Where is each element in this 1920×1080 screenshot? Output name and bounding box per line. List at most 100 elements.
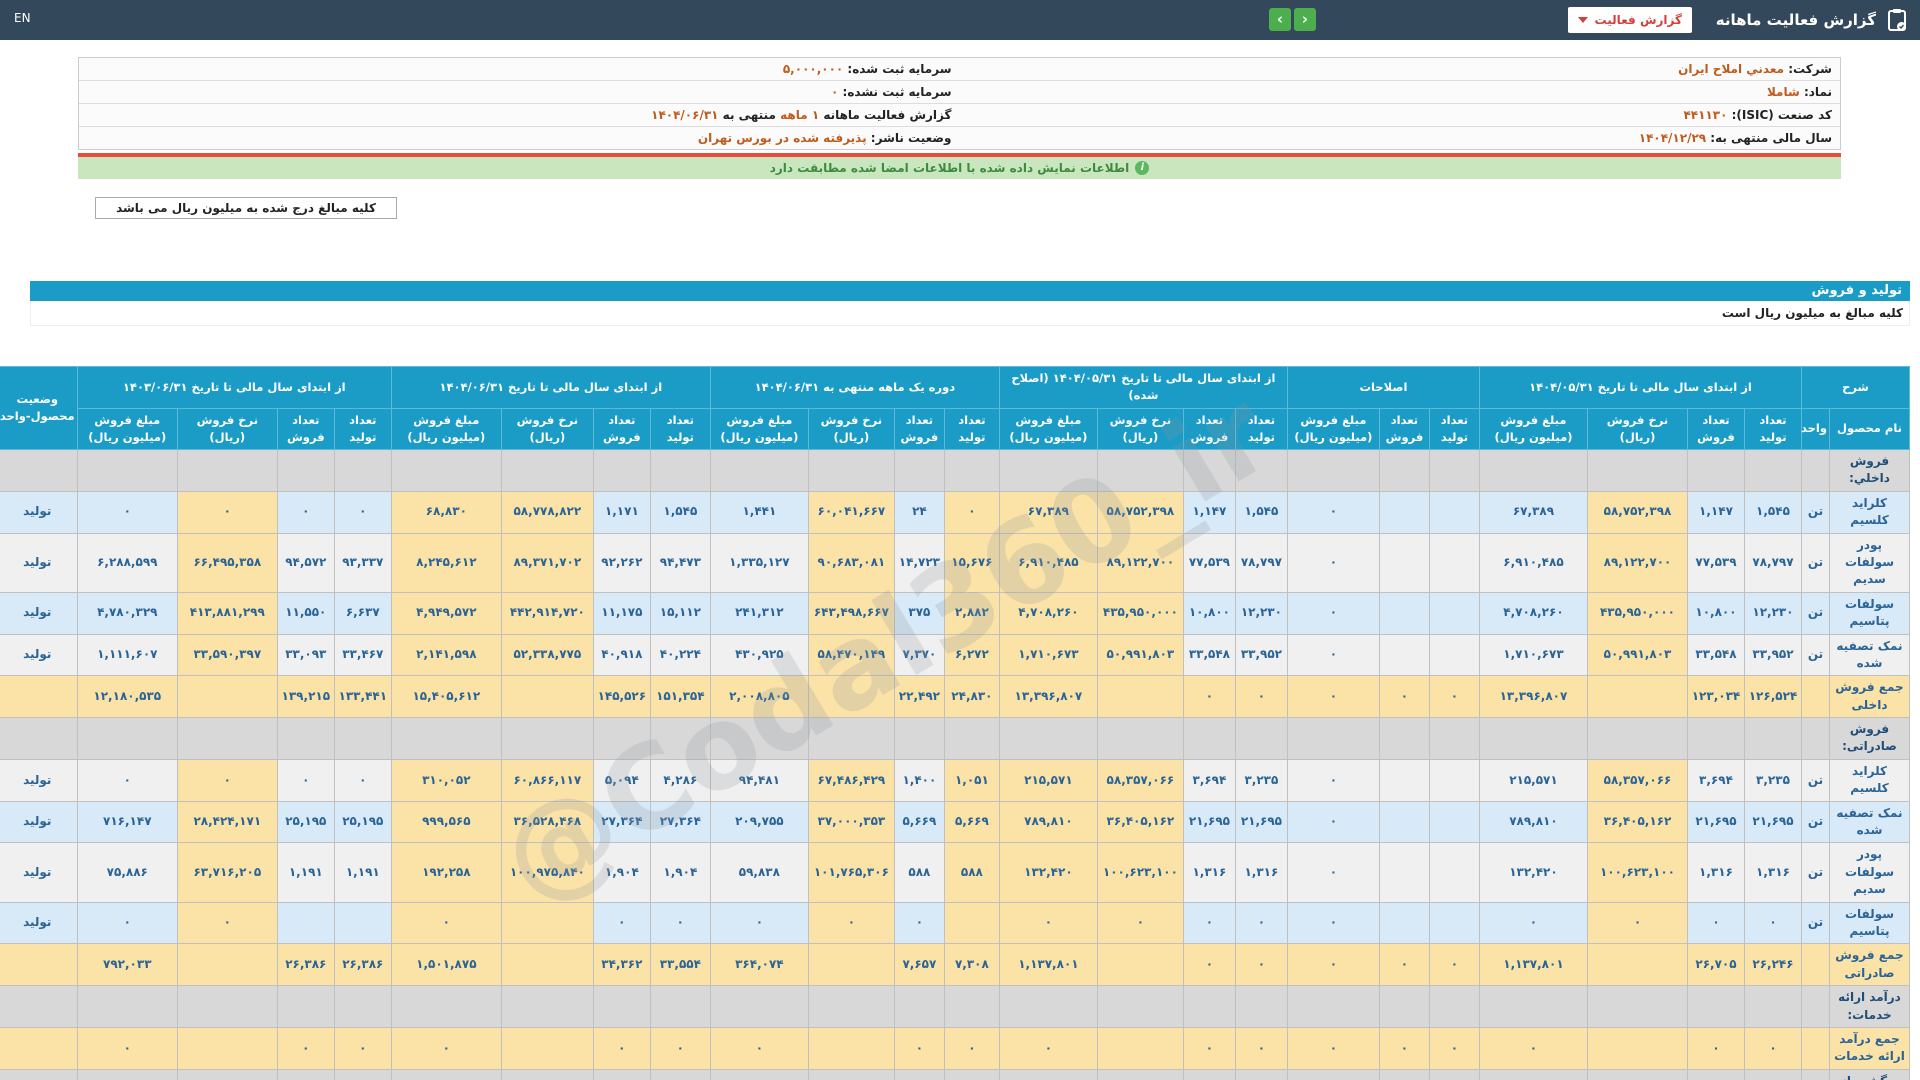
value-cell: ۱۱,۱۷۵ xyxy=(592,591,651,635)
value-cell xyxy=(592,1068,651,1080)
amounts-unit-note: کلیه مبالغ به میلیون ریال است xyxy=(30,301,1910,326)
language-toggle[interactable]: EN xyxy=(14,11,31,25)
value-cell: ۲,۱۴۱,۵۹۸ xyxy=(390,633,502,677)
value-cell xyxy=(1586,717,1688,760)
value-cell xyxy=(1096,675,1184,719)
value-cell: ۰ xyxy=(592,901,651,945)
value-cell: ۱,۱۳۷,۸۰۱ xyxy=(998,943,1098,987)
unit-cell: تن xyxy=(1800,591,1831,635)
value-cell xyxy=(649,985,711,1028)
value-cell: ۰ xyxy=(1743,1026,1802,1070)
value-cell: ۳۷۵ xyxy=(893,591,945,635)
value-cell: ۰ xyxy=(76,1026,178,1070)
value-cell xyxy=(176,943,278,987)
value-cell xyxy=(807,985,895,1028)
section-row: فروش صادراتی: xyxy=(0,717,1910,760)
product-name-cell: کلراید کلسیم xyxy=(1829,490,1910,534)
value-cell: ۷,۶۵۷ xyxy=(893,943,945,987)
value-cell xyxy=(807,717,895,760)
value-cell: ۷۷,۵۳۹ xyxy=(1182,532,1236,593)
section-row: برگشت از فروش: xyxy=(0,1068,1910,1080)
value-cell xyxy=(1378,717,1430,760)
column-header: مبلغ فروش (میلیون ریال) xyxy=(1286,407,1380,450)
column-header: نرخ فروش (ریال) xyxy=(176,407,278,450)
value-cell: ۶۷,۳۸۹ xyxy=(998,490,1098,534)
value-cell: ۲۸,۴۲۴,۱۷۱ xyxy=(176,800,278,844)
value-cell xyxy=(1478,985,1588,1028)
value-cell xyxy=(893,449,945,492)
value-cell: ۰ xyxy=(1234,901,1288,945)
value-cell xyxy=(500,1026,594,1070)
value-cell: ۴۴۲,۹۱۴,۷۲۰ xyxy=(500,591,594,635)
value-cell: ۰ xyxy=(1286,490,1380,534)
value-cell: ۱۲۶,۵۲۴ xyxy=(1743,675,1802,719)
value-cell: ۱,۵۴۵ xyxy=(1743,490,1802,534)
value-cell: ۰ xyxy=(893,1026,945,1070)
value-cell: ۱,۹۰۴ xyxy=(592,842,651,903)
value-cell: ۲۱,۶۹۵ xyxy=(1743,800,1802,844)
value-cell xyxy=(1743,1068,1802,1080)
value-cell: ۰ xyxy=(1286,1026,1380,1070)
value-cell: ۷۸,۷۹۷ xyxy=(1743,532,1802,593)
value-cell: ۰ xyxy=(1286,758,1380,802)
column-header: تعداد تولید xyxy=(649,407,711,450)
table-row: نمک تصفیه شده تن ۳۳,۹۵۲ ۳۳,۵۴۸ ۵۰,۹۹۱,۸۰۳ ۱,۷… xyxy=(0,633,1910,677)
value-cell xyxy=(333,901,392,945)
value-cell xyxy=(500,985,594,1028)
column-header: از ابتدای سال مالی تا تاریخ ۱۴۰۴/۰۶/۳۱ xyxy=(390,366,711,409)
column-header: نرخ فروش (ریال) xyxy=(1096,407,1184,450)
report-type-dropdown-label: گزارش فعالیت xyxy=(1594,13,1682,27)
value-cell xyxy=(176,985,278,1028)
value-cell: ۱۳۳,۴۴۱ xyxy=(333,675,392,719)
value-cell: ۰ xyxy=(1286,901,1380,945)
value-cell xyxy=(0,717,78,760)
value-cell: ۹۴,۵۷۲ xyxy=(276,532,335,593)
value-cell xyxy=(333,985,392,1028)
status-cell: تولید xyxy=(0,591,78,635)
value-cell: ۱۱,۵۵۰ xyxy=(276,591,335,635)
value-cell: ۰ xyxy=(709,1026,809,1070)
column-header: نرخ فروش (ریال) xyxy=(500,407,594,450)
value-cell: ۶۰,۰۴۱,۶۶۷ xyxy=(807,490,895,534)
value-cell: ۶۴۳,۴۹۸,۶۶۷ xyxy=(807,591,895,635)
value-cell xyxy=(1686,449,1745,492)
column-header: تعداد تولید xyxy=(1428,407,1480,450)
value-cell xyxy=(390,717,502,760)
value-cell: ۱۵,۱۱۲ xyxy=(649,591,711,635)
previous-report-button[interactable]: ‹ xyxy=(1269,8,1291,31)
value-cell: ۰ xyxy=(1378,943,1430,987)
company-info-cell: سال مالی منتهی به: ۱۴۰۴/۱۲/۲۹ xyxy=(959,126,1840,149)
value-cell: ۰ xyxy=(1234,943,1288,987)
column-header: تعداد فروش xyxy=(276,407,335,450)
value-cell: ۵۸,۳۵۷,۰۶۶ xyxy=(1096,758,1184,802)
company-info-cell: وضعیت ناشر: پذيرفته شده در بورس تهران xyxy=(79,126,960,149)
value-cell xyxy=(1586,1026,1688,1070)
value-cell: ۱۰۰,۹۷۵,۸۴۰ xyxy=(500,842,594,903)
next-report-button[interactable]: › xyxy=(1294,8,1316,31)
signature-notice-text: اطلاعات نمایش داده شده با اطلاعات امضا ش… xyxy=(769,161,1130,175)
value-cell: ۴,۷۸۰,۳۲۹ xyxy=(76,591,178,635)
value-cell: ۹۴,۴۸۱ xyxy=(709,758,809,802)
value-cell xyxy=(1686,985,1745,1028)
column-header: تعداد تولید xyxy=(943,407,1000,450)
unit-cell: تن xyxy=(1800,842,1831,903)
value-cell: ۲۶,۳۸۶ xyxy=(333,943,392,987)
value-cell: ۵۸۸ xyxy=(893,842,945,903)
value-cell: ۳۶۴,۰۷۴ xyxy=(709,943,809,987)
column-header: مبلغ فروش (میلیون ریال) xyxy=(1478,407,1588,450)
value-cell xyxy=(276,985,335,1028)
column-header: از ابتدای سال مالی تا تاریخ ۱۴۰۳/۰۶/۳۱ xyxy=(76,366,392,409)
value-cell: ۰ xyxy=(1428,675,1480,719)
status-cell: تولید xyxy=(0,758,78,802)
status-cell xyxy=(0,943,78,987)
value-cell xyxy=(1800,1068,1831,1080)
column-header: تعداد تولید xyxy=(1234,407,1288,450)
value-cell: ۷۹۲,۰۳۳ xyxy=(76,943,178,987)
company-info-cell: سرمایه ثبت نشده: ۰ xyxy=(79,80,960,104)
value-cell xyxy=(1378,800,1430,844)
value-cell xyxy=(709,717,809,760)
column-header: واحد xyxy=(1801,407,1831,450)
value-cell: ۱۲,۲۳۰ xyxy=(1234,591,1288,635)
column-header: وضعیت محصول-واحد xyxy=(0,366,78,450)
report-type-dropdown[interactable]: گزارش فعالیت xyxy=(1567,7,1692,33)
